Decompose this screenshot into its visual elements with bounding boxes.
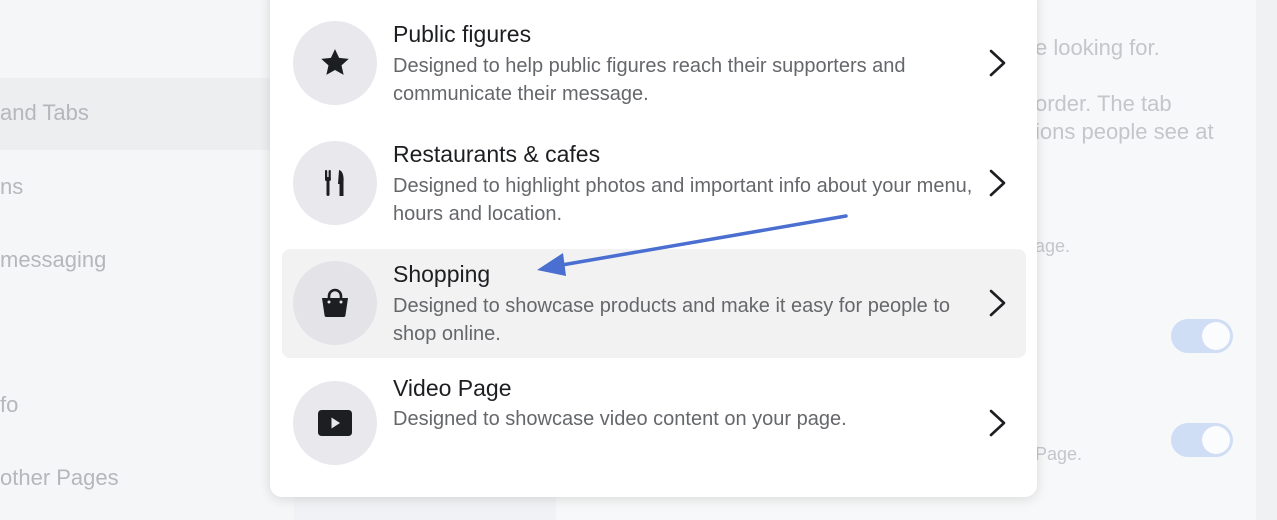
option-description: Designed to help public figures reach th… <box>393 55 906 105</box>
background-toggle <box>1171 319 1233 353</box>
fork-knife-icon <box>325 170 344 196</box>
background-text: Page. <box>1035 444 1083 464</box>
option-shopping[interactable]: Shopping Designed to showcase products a… <box>282 249 1026 358</box>
icon-container <box>293 381 377 465</box>
sidebar-item: ns <box>0 174 24 199</box>
option-title: Video Page <box>393 375 512 401</box>
option-description: Designed to showcase video content on yo… <box>393 408 847 430</box>
option-title: Public figures <box>393 21 532 47</box>
video-play-icon <box>318 410 352 436</box>
background-text: ions people see at <box>1035 119 1214 144</box>
option-title: Shopping <box>393 261 491 287</box>
background-card-edge <box>1256 0 1277 520</box>
background-toggle <box>1171 423 1233 457</box>
star-icon <box>321 49 349 75</box>
option-public-figures[interactable]: Public figures Designed to help public f… <box>282 9 1026 118</box>
chevron-right-icon <box>989 409 1006 437</box>
background-sidebar: and Tabs ns messaging fo other Pages <box>0 0 294 520</box>
background-text: order. The tab <box>1035 91 1172 116</box>
icon-container <box>293 261 377 345</box>
chevron-right-icon <box>989 49 1006 77</box>
option-title: Restaurants & cafes <box>393 141 601 167</box>
background-text: age. <box>1035 236 1071 256</box>
chevron-right-icon <box>989 169 1006 197</box>
option-description: Designed to showcase products and make i… <box>393 295 950 345</box>
chevron-right-icon <box>989 289 1006 317</box>
shopping-bag-icon <box>322 288 348 317</box>
sidebar-item: and Tabs <box>0 100 89 125</box>
page-category-modal: Public figures Designed to help public f… <box>270 0 1037 497</box>
sidebar-item: other Pages <box>0 465 119 490</box>
sidebar-item: messaging <box>0 247 107 272</box>
icon-container <box>293 141 377 225</box>
sidebar-item: fo <box>0 392 19 417</box>
option-video-page[interactable]: Video Page Designed to showcase video co… <box>282 369 1026 478</box>
background-text: e looking for. <box>1035 35 1160 60</box>
option-description: Designed to highlight photos and importa… <box>393 175 973 225</box>
icon-container <box>293 21 377 105</box>
option-restaurants-cafes[interactable]: Restaurants & cafes Designed to highligh… <box>282 129 1026 238</box>
